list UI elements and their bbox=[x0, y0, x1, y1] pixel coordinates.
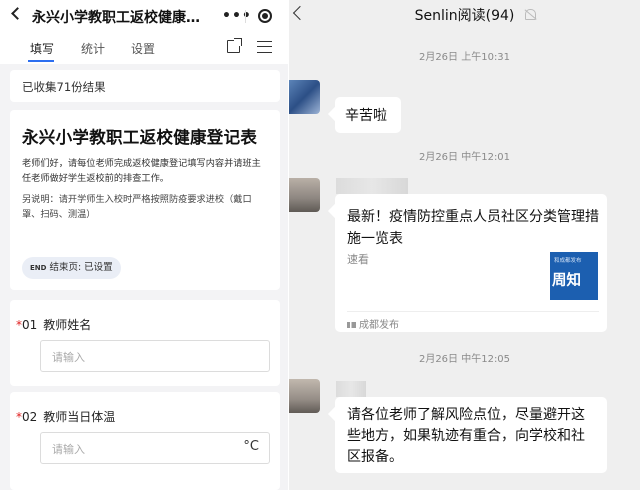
end-page-tag[interactable]: END 结束页: 已设置 bbox=[22, 257, 121, 279]
message-timestamp: 2月26日 上午10:31 bbox=[418, 52, 511, 63]
sender-name-blurred bbox=[336, 381, 366, 397]
collected-count: 已收集71份结果 bbox=[22, 80, 106, 94]
thumbnail-caption: 和成都发布 bbox=[554, 258, 582, 264]
teacher-name-input[interactable]: 请输入 bbox=[40, 340, 270, 372]
link-thumbnail: 和成都发布 周知 bbox=[550, 252, 598, 300]
more-options-icon[interactable]: ••• bbox=[222, 8, 252, 24]
chat-title: Senlin阅读(94) bbox=[414, 8, 515, 24]
question-label: *01 教师姓名 bbox=[16, 316, 91, 333]
end-icon: END bbox=[30, 264, 47, 272]
close-miniprogram-icon[interactable] bbox=[258, 9, 272, 23]
active-tab-indicator bbox=[28, 60, 54, 62]
form-tabs: 填写 统计 设置 bbox=[0, 34, 288, 64]
link-source: 成都发布 bbox=[347, 316, 399, 331]
menu-icon[interactable] bbox=[257, 41, 272, 53]
app-header: 永兴小学教职工返校健康登记... ••• bbox=[0, 0, 288, 34]
mute-bell-icon bbox=[525, 9, 536, 20]
form-app-pane: 永兴小学教职工返校健康登记... ••• 填写 统计 设置 已收集71份结果 永… bbox=[0, 0, 288, 490]
form-note: 另说明：请开学师生入校时严格按照防疫要求进校（戴口罩、扫码、测温） bbox=[22, 194, 252, 220]
form-description: 老师们好，请每位老师完成返校健康登记填写内容并请班主任老师做好学生返校前的排查工… bbox=[22, 158, 261, 184]
message-bubble[interactable]: 请各位老师了解风险点位，尽量避开这些地方，如果轨迹有重合，向学校和社区报备。 bbox=[335, 397, 607, 473]
collected-count-card: 已收集71份结果 bbox=[10, 70, 280, 102]
miniprogram-icon bbox=[347, 322, 356, 328]
form-window-title: 永兴小学教职工返校健康登记... bbox=[32, 10, 207, 26]
question-text: 教师当日体温 bbox=[43, 410, 116, 424]
message-text: 辛苦啦 bbox=[345, 108, 387, 124]
back-arrow-icon[interactable] bbox=[11, 7, 24, 20]
open-external-icon[interactable] bbox=[227, 38, 242, 53]
tab-settings[interactable]: 设置 bbox=[131, 40, 155, 57]
avatar[interactable] bbox=[289, 178, 320, 212]
avatar[interactable] bbox=[289, 379, 320, 413]
question-text: 教师姓名 bbox=[43, 318, 92, 332]
question-card-temperature: *02 教师当日体温 请输入 °C bbox=[10, 392, 280, 490]
link-divider bbox=[347, 311, 599, 312]
end-page-label: 结束页: 已设置 bbox=[49, 262, 113, 273]
message-bubble[interactable]: 辛苦啦 bbox=[335, 97, 401, 133]
link-card-bubble[interactable]: 最新！疫情防控重点人员社区分类管理措施一览表 速看 和成都发布 周知 成都发布 bbox=[335, 194, 607, 332]
message-timestamp: 2月26日 中午12:01 bbox=[418, 152, 511, 163]
temperature-input[interactable]: 请输入 °C bbox=[40, 432, 270, 464]
question-number: 02 bbox=[22, 410, 38, 424]
form-header-card: 永兴小学教职工返校健康登记表 老师们好，请每位老师完成返校健康登记填写内容并请班… bbox=[10, 110, 280, 290]
form-title: 永兴小学教职工返校健康登记表 bbox=[22, 128, 258, 147]
chat-pane: Senlin阅读(94) 2月26日 上午10:31 辛苦啦 2月26日 中午1… bbox=[289, 0, 640, 490]
input-placeholder: 请输入 bbox=[52, 443, 85, 456]
message-timestamp: 2月26日 中午12:05 bbox=[418, 354, 511, 365]
question-number: 01 bbox=[22, 318, 38, 332]
tab-statistics[interactable]: 统计 bbox=[81, 40, 105, 57]
avatar[interactable] bbox=[289, 80, 320, 114]
tab-fill[interactable]: 填写 bbox=[30, 40, 54, 57]
thumbnail-text: 周知 bbox=[552, 273, 581, 289]
link-title: 最新！疫情防控重点人员社区分类管理措施一览表 bbox=[347, 209, 599, 247]
sender-name-blurred bbox=[336, 178, 408, 194]
source-name: 成都发布 bbox=[359, 320, 399, 331]
input-placeholder: 请输入 bbox=[52, 351, 85, 364]
message-text: 请各位老师了解风险点位，尽量避开这些地方，如果轨迹有重合，向学校和社区报备。 bbox=[347, 407, 585, 465]
celsius-unit: °C bbox=[243, 439, 259, 454]
question-card-name: *01 教师姓名 请输入 bbox=[10, 300, 280, 386]
capsule-divider bbox=[245, 10, 246, 23]
question-label: *02 教师当日体温 bbox=[16, 408, 115, 425]
link-description: 速看 bbox=[347, 253, 369, 266]
